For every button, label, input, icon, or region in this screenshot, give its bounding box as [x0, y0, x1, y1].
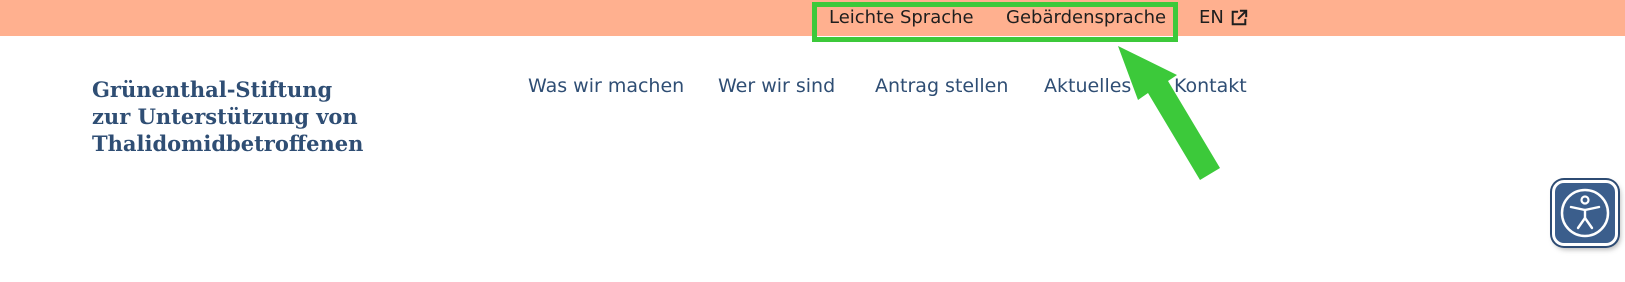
- brand-line-2: zur Unterstützung von: [92, 104, 358, 129]
- nav-item-was-wir-machen[interactable]: Was wir machen: [528, 75, 684, 97]
- green-arrow-icon: [1118, 46, 1220, 180]
- brand-line-3: Thalidomidbetroffenen: [92, 131, 364, 156]
- accessibility-person-icon: [1560, 188, 1610, 238]
- brand-line-1: Grünenthal-Stiftung: [92, 77, 333, 102]
- gebaerdensprache-link[interactable]: Gebärdensprache: [1006, 6, 1166, 30]
- accessibility-button[interactable]: [1552, 180, 1618, 246]
- top-utility-bar: Leichte Sprache Gebärdensprache EN: [0, 0, 1625, 36]
- language-switch-en[interactable]: EN: [1199, 6, 1248, 30]
- site-logo-text[interactable]: Grünenthal-Stiftung zur Unterstützung vo…: [92, 76, 412, 157]
- leichte-sprache-link[interactable]: Leichte Sprache: [829, 6, 974, 30]
- nav-item-wer-wir-sind[interactable]: Wer wir sind: [718, 75, 835, 97]
- nav-item-antrag-stellen[interactable]: Antrag stellen: [875, 75, 1008, 97]
- external-link-icon: [1231, 9, 1248, 26]
- language-label: EN: [1199, 7, 1224, 28]
